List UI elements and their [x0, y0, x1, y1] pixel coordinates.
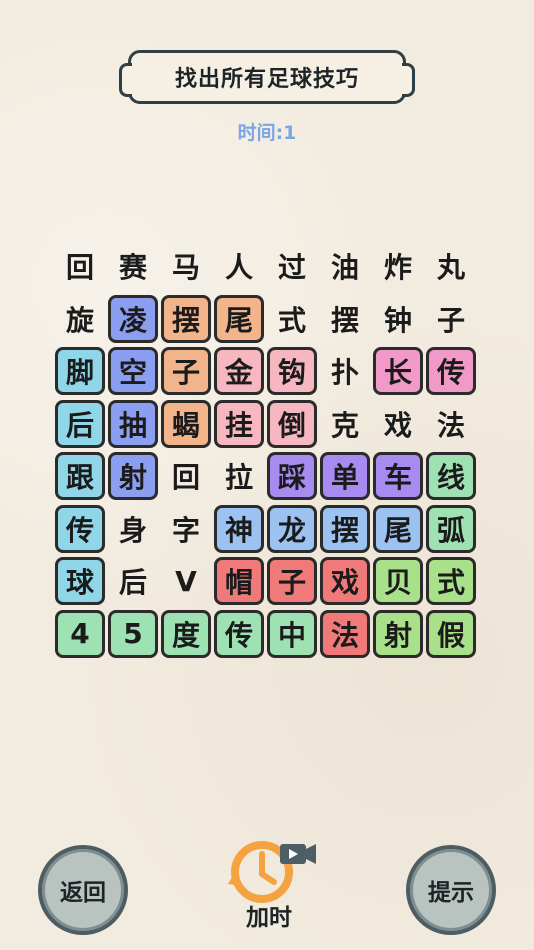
grid-cell[interactable]: 克: [320, 400, 370, 448]
grid-cell[interactable]: 假: [426, 609, 476, 658]
character-grid: 回赛马人过油炸丸旋凌摆尾式摆钟子脚空子金钩扑长传后抽蝎挂倒克戏法跟射回拉踩单车线…: [0, 0, 534, 700]
clock-video-icon: [228, 841, 316, 903]
grid-cell[interactable]: 神: [214, 504, 264, 553]
grid-cell[interactable]: 传: [214, 609, 264, 658]
hint-button[interactable]: 提示: [406, 845, 496, 935]
grid-cell[interactable]: 戏: [373, 400, 423, 448]
grid-cell[interactable]: 龙: [267, 504, 317, 553]
grid-cell[interactable]: 度: [161, 609, 211, 658]
grid-cell[interactable]: 摆: [320, 295, 370, 343]
hint-button-label: 提示: [428, 880, 474, 906]
grid-cell[interactable]: 赛: [108, 242, 158, 290]
grid-cell[interactable]: 倒: [267, 399, 317, 448]
grid-cell[interactable]: 贝: [373, 557, 423, 605]
grid-cell[interactable]: 线: [426, 452, 476, 500]
grid-cell[interactable]: 传: [426, 347, 476, 395]
grid-cell[interactable]: 摆: [320, 504, 370, 553]
grid-cell[interactable]: 金: [214, 347, 264, 395]
grid-cell[interactable]: V: [161, 557, 211, 605]
grid-cell[interactable]: 尾: [373, 504, 423, 553]
grid-cell[interactable]: 中: [267, 609, 317, 658]
grid-cell[interactable]: 长: [373, 347, 423, 395]
grid-cell[interactable]: 挂: [214, 399, 264, 448]
grid-cell[interactable]: 踩: [267, 452, 317, 500]
grid-cell[interactable]: 字: [161, 505, 211, 553]
grid-cell[interactable]: 子: [426, 295, 476, 343]
back-button[interactable]: 返回: [38, 845, 128, 935]
grid-cell[interactable]: 球: [55, 557, 105, 605]
grid-cell[interactable]: 凌: [108, 294, 158, 343]
grid-cell[interactable]: 单: [320, 452, 370, 500]
grid-cell[interactable]: 4: [55, 609, 105, 658]
grid-cell[interactable]: 油: [320, 242, 370, 290]
grid-cell[interactable]: 弧: [426, 504, 476, 553]
grid-cell[interactable]: 摆: [161, 294, 211, 343]
add-time-button[interactable]: 加时: [214, 840, 324, 945]
add-time-label: 加时: [246, 905, 292, 931]
grid-cell[interactable]: 跟: [55, 452, 105, 500]
grid-cell[interactable]: 传: [55, 504, 105, 553]
grid-cell[interactable]: 戏: [320, 557, 370, 605]
grid-cell[interactable]: 炸: [373, 242, 423, 290]
grid-cell[interactable]: 旋: [55, 295, 105, 343]
grid-cell[interactable]: 扑: [320, 347, 370, 395]
grid-cell[interactable]: 丸: [426, 242, 476, 290]
grid-cell[interactable]: 回: [161, 452, 211, 500]
grid-cell[interactable]: 马: [161, 242, 211, 290]
grid-cell[interactable]: 法: [426, 400, 476, 448]
grid-cell[interactable]: 蝎: [161, 399, 211, 448]
grid-cell[interactable]: 后: [55, 399, 105, 448]
grid-cell[interactable]: 拉: [214, 452, 264, 500]
grid-cell[interactable]: 射: [373, 609, 423, 658]
grid-cell[interactable]: 子: [161, 347, 211, 395]
grid-cell[interactable]: 过: [267, 242, 317, 290]
grid-cell[interactable]: 抽: [108, 399, 158, 448]
grid-cell[interactable]: 脚: [55, 347, 105, 395]
back-button-label: 返回: [60, 880, 106, 906]
grid-cell[interactable]: 身: [108, 505, 158, 553]
grid-cell[interactable]: 式: [267, 295, 317, 343]
grid-cell[interactable]: 钩: [267, 347, 317, 395]
grid-cell[interactable]: 回: [55, 242, 105, 290]
grid-cell[interactable]: 帽: [214, 557, 264, 605]
grid-cell[interactable]: 尾: [214, 294, 264, 343]
grid-cell[interactable]: 式: [426, 557, 476, 605]
grid-cell[interactable]: 子: [267, 557, 317, 605]
grid-cell[interactable]: 人: [214, 242, 264, 290]
grid-cell[interactable]: 钟: [373, 295, 423, 343]
grid-cell[interactable]: 车: [373, 452, 423, 500]
grid-cell[interactable]: 法: [320, 609, 370, 658]
grid-cell[interactable]: 空: [108, 347, 158, 395]
grid-cell[interactable]: 后: [108, 557, 158, 605]
grid-cell[interactable]: 射: [108, 452, 158, 500]
grid-cell[interactable]: 5: [108, 609, 158, 658]
